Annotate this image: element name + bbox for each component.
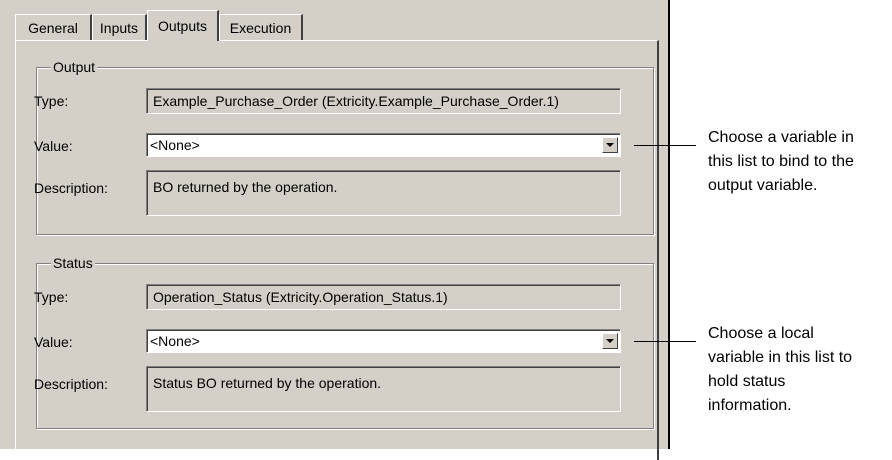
status-value-dropdown-button[interactable] bbox=[602, 333, 618, 349]
status-value-selected: <None> bbox=[150, 333, 200, 349]
status-type-label: Type: bbox=[34, 289, 69, 305]
output-value-dropdown-button[interactable] bbox=[602, 137, 618, 153]
output-value-selected: <None> bbox=[150, 137, 200, 153]
status-value-label: Value: bbox=[34, 334, 73, 350]
output-description-label: Description: bbox=[34, 180, 108, 196]
output-description-field: BO returned by the operation. bbox=[146, 170, 621, 216]
callout-status-text: Choose a local variable in this list to … bbox=[708, 325, 853, 414]
chevron-down-icon bbox=[606, 143, 614, 147]
tab-inputs[interactable]: Inputs bbox=[92, 14, 147, 40]
chevron-down-icon bbox=[606, 339, 614, 343]
output-type-field: Example_Purchase_Order (Extricity.Exampl… bbox=[146, 88, 621, 114]
tab-outputs[interactable]: Outputs bbox=[147, 10, 219, 41]
callout-line-status bbox=[634, 341, 696, 342]
callout-line-output bbox=[634, 145, 696, 146]
output-value-select[interactable]: <None> bbox=[146, 133, 621, 157]
status-type-field: Operation_Status (Extricity.Operation_St… bbox=[146, 284, 621, 310]
output-group-title: Output bbox=[51, 59, 98, 75]
status-group-title: Status bbox=[51, 255, 95, 271]
tab-execution[interactable]: Execution bbox=[219, 14, 303, 40]
status-value-select[interactable]: <None> bbox=[146, 329, 621, 353]
properties-dialog: General Inputs Outputs Execution Output … bbox=[0, 0, 670, 460]
status-description-label: Description: bbox=[34, 376, 108, 392]
output-value-label: Value: bbox=[34, 138, 73, 154]
tab-general[interactable]: General bbox=[15, 14, 92, 40]
callout-output-text: Choose a variable in this list to bind t… bbox=[708, 129, 854, 194]
status-description-field: Status BO returned by the operation. bbox=[146, 366, 621, 412]
output-type-label: Type: bbox=[34, 93, 69, 109]
